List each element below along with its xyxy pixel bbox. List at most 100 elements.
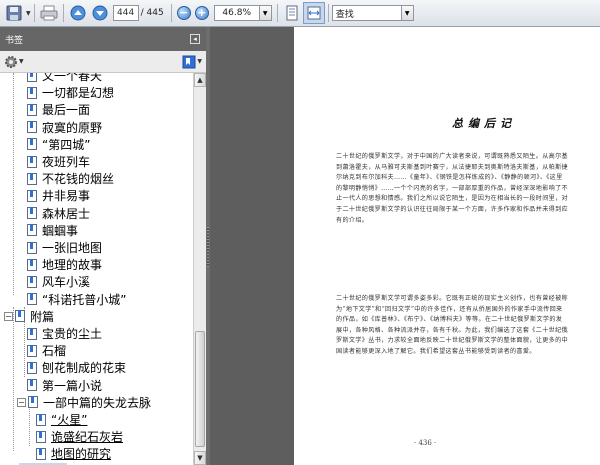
document-page: 总编后记 二十世纪的俄罗斯文学，对于中国的广大读者来说，可谓既熟悉又陌生。从高尔… [294, 27, 600, 465]
bookmark-item[interactable]: 地图的研究 [0, 445, 193, 462]
bookmark-icon [27, 86, 37, 99]
bookmark-item[interactable]: 森林居士 [0, 205, 193, 222]
save-button[interactable] [3, 2, 25, 24]
fit-page-icon [286, 5, 298, 21]
bookmark-item[interactable]: 一张旧地图 [0, 239, 193, 256]
zoom-in-button[interactable]: + [193, 2, 211, 24]
bookmark-icon [27, 155, 37, 168]
bookmark-label: 最后一面 [42, 103, 91, 118]
bookmark-icon [28, 396, 38, 409]
bookmark-icon [27, 138, 37, 151]
fit-width-button[interactable] [302, 2, 325, 24]
collapse-toggle[interactable]: − [4, 311, 13, 321]
options-button[interactable]: ▼ [4, 55, 24, 69]
bookmark-label: 一部中篇的失龙去脉 [43, 395, 152, 410]
bookmarks-scrollbar[interactable]: ▲ ▼ [193, 73, 206, 465]
bookmark-label: 一张旧地图 [42, 241, 103, 255]
bookmark-item[interactable]: 风车小溪 [0, 273, 193, 290]
bookmark-item[interactable]: 宝贵的尘土 [0, 325, 193, 342]
zoom-out-button[interactable]: − [175, 2, 193, 24]
bookmark-icon [27, 344, 37, 357]
bookmark-icon [27, 293, 37, 306]
scrollbar-thumb[interactable] [195, 331, 205, 447]
bookmark-item[interactable]: 夜班列车 [0, 153, 193, 170]
bookmark-label: 宝贵的尘土 [42, 327, 103, 341]
print-icon [40, 5, 58, 21]
bookmarks-panel-header: 书签 ◂ [0, 27, 206, 51]
bookmark-item[interactable]: “火星” [0, 411, 193, 428]
bookmark-item[interactable]: − 一部中篇的失龙去脉 [0, 394, 193, 411]
save-icon [6, 5, 22, 21]
bookmark-item[interactable]: 最后一面 [0, 101, 193, 118]
bookmark-label: 一切都是幻想 [42, 86, 115, 101]
zoom-level-input[interactable]: 46.8% [213, 5, 260, 21]
bookmark-label: 夜班列车 [42, 155, 91, 169]
bookmark-icon [27, 189, 37, 202]
bookmark-icon [27, 207, 37, 220]
bookmark-item[interactable]: 寂寞的原野 [0, 119, 193, 136]
bookmark-icon [36, 413, 46, 426]
bookmark-item[interactable]: 又一个春天 [0, 73, 193, 84]
page-number-input[interactable]: 444 [112, 5, 139, 21]
find-dropdown-button[interactable]: ▼ [401, 5, 414, 21]
next-page-button[interactable] [89, 2, 111, 24]
body-paragraph: 二十世纪的俄罗斯文学，对于中国的广大读者来说，可谓既熟悉又陌生。从高尔基到蕭洛霍… [336, 153, 568, 224]
next-page-icon [92, 5, 108, 21]
bookmark-item[interactable]: 蝈蝈事 [0, 222, 193, 239]
bookmark-label: 第一篇小说 [42, 378, 103, 393]
document-view[interactable]: 总编后记 二十世纪的俄罗斯文学，对于中国的广大读者来说，可谓既熟悉又陌生。从高尔… [210, 27, 600, 465]
bookmark-label: 诡盛纪石灰岩 [51, 430, 124, 445]
fit-width-icon [307, 6, 321, 20]
bookmark-icon [27, 73, 37, 82]
scroll-up-button[interactable]: ▲ [194, 73, 206, 87]
toolbar-separator [33, 4, 35, 22]
new-bookmark-button[interactable]: ▼ [182, 55, 202, 69]
bookmark-section[interactable]: − 附篇 [0, 308, 193, 325]
bookmark-label: 寂寞的原野 [42, 120, 103, 135]
bookmark-label: 不花钱的烟丝 [42, 172, 115, 187]
bookmark-label: 附篇 [30, 309, 55, 324]
bookmark-item[interactable]: 不花钱的烟丝 [0, 170, 193, 187]
collapse-toggle[interactable]: − [17, 397, 26, 407]
bookmark-item[interactable]: 井非易事 [0, 187, 193, 204]
bookmark-label: “第四城” [42, 137, 91, 152]
bookmark-icon [27, 327, 37, 340]
find-input[interactable]: 查找 [331, 5, 402, 21]
bookmark-item[interactable]: “第四城” [0, 136, 193, 153]
bookmark-icon [36, 447, 46, 460]
bookmark-item[interactable]: 石榴 [0, 342, 193, 359]
previous-page-icon [70, 5, 86, 21]
bookmark-icon [36, 430, 46, 443]
bookmark-label: 石榴 [42, 344, 67, 359]
bookmark-item[interactable]: 一切都是幻想 [0, 84, 193, 101]
pdf-reader-window: ▼ 444 / 445 − + 46.8% ▼ 查找 ▼ 书签 ◂ ▼ ▼ 又一… [0, 0, 600, 465]
new-bookmark-dropdown-arrow: ▼ [197, 58, 202, 65]
print-button[interactable] [38, 2, 60, 24]
panel-collapse-button[interactable]: ◂ [190, 34, 200, 44]
options-dropdown-arrow: ▼ [19, 58, 24, 65]
bookmark-icon [27, 361, 37, 374]
zoom-in-icon: + [194, 6, 209, 20]
bookmarks-panel: 书签 ◂ ▼ ▼ 又一个春天一切都是幻想 最后一面寂寞的原野 “第四城” 夜班列车不花… [0, 27, 206, 465]
save-dropdown-arrow[interactable]: ▼ [26, 10, 31, 17]
body-paragraph: 二十世纪的俄罗斯文学可谓多姿多彩。它既有正统的现实主义创作，也有曾经被称为“地下… [336, 295, 568, 355]
bookmark-label: 森林居士 [42, 206, 91, 221]
bookmarks-toolbar: ▼ ▼ [0, 51, 206, 73]
previous-page-button[interactable] [67, 2, 89, 24]
bookmark-item[interactable]: 刨花制成的花束 [0, 359, 193, 376]
bookmark-label: 地理的故事 [42, 258, 103, 273]
new-bookmark-icon [182, 55, 196, 68]
scroll-down-button[interactable]: ▼ [194, 451, 206, 465]
bookmark-item[interactable]: 第一篇小说 [0, 377, 193, 394]
zoom-dropdown-button[interactable]: ▼ [259, 5, 272, 21]
bookmark-icon [15, 310, 25, 323]
toolbar-separator [62, 4, 64, 22]
bookmark-item[interactable]: 诡盛纪石灰岩 [0, 428, 193, 445]
bookmark-item[interactable]: 地理的故事 [0, 256, 193, 273]
splitter-grip[interactable] [207, 227, 209, 267]
bookmark-item[interactable]: “科诺托普小城” [0, 291, 193, 308]
fit-page-button[interactable] [281, 2, 303, 24]
bookmark-icon [27, 241, 37, 254]
toolbar-separator [276, 4, 278, 22]
page-number: · 436 · [414, 439, 437, 447]
